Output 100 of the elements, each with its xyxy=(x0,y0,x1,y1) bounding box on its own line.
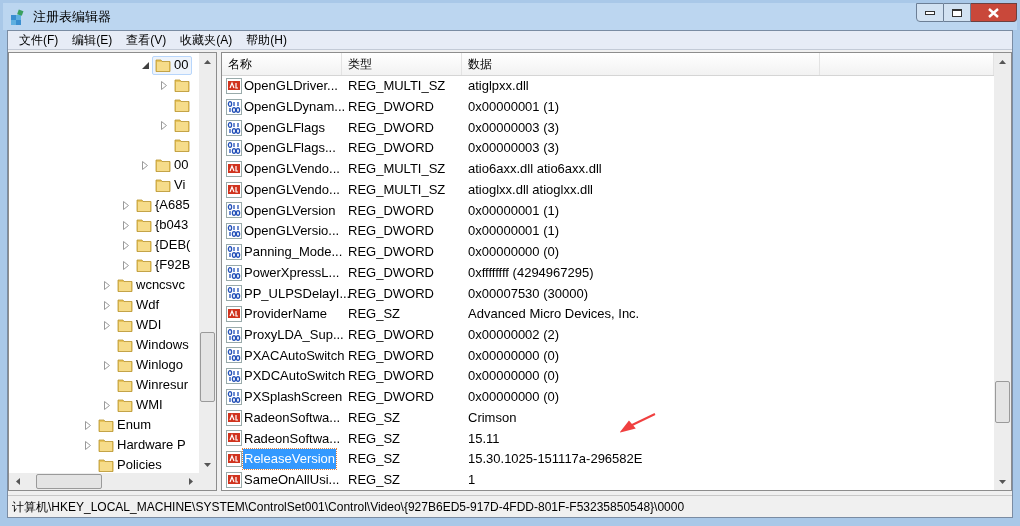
close-button[interactable] xyxy=(971,3,1017,22)
expand-arrow-icon[interactable] xyxy=(104,320,110,330)
value-name[interactable]: OpenGLVendo... xyxy=(243,159,341,179)
expand-arrow-icon[interactable] xyxy=(142,160,148,170)
expand-arrow-icon[interactable] xyxy=(104,280,110,290)
value-name[interactable]: Panning_Mode... xyxy=(243,242,344,262)
scroll-down-arrow-icon[interactable] xyxy=(204,462,211,467)
value-data: atioglxx.dll atioglxx.dll xyxy=(467,180,593,199)
folder-icon xyxy=(117,357,133,373)
tree-item[interactable]: Policies xyxy=(95,455,166,473)
column-header[interactable]: 名称 xyxy=(222,53,342,75)
value-name[interactable]: RadeonSoftwa... xyxy=(243,407,342,428)
scroll-up-arrow-icon[interactable] xyxy=(204,59,211,64)
value-data: Advanced Micro Devices, Inc. xyxy=(467,305,640,324)
value-type: REG_SZ xyxy=(347,429,401,448)
expand-arrow-icon[interactable] xyxy=(123,200,129,210)
value-type: REG_MULTI_SZ xyxy=(347,77,447,96)
value-type: REG_SZ xyxy=(347,470,401,489)
value-name[interactable]: OpenGLFlags xyxy=(243,117,326,138)
collapse-arrow-icon[interactable] xyxy=(141,61,149,69)
value-type: REG_DWORD xyxy=(347,139,435,158)
expand-arrow-icon[interactable] xyxy=(161,120,167,130)
folder-icon xyxy=(117,297,133,313)
menu-item[interactable]: 帮助(H) xyxy=(239,31,294,49)
expand-arrow-icon[interactable] xyxy=(123,260,129,270)
tree-item[interactable]: Vi xyxy=(152,175,190,195)
column-header[interactable]: 数据 xyxy=(462,53,820,75)
expand-arrow-icon[interactable] xyxy=(123,240,129,250)
value-name[interactable]: ProxyLDA_Sup... xyxy=(243,324,345,345)
value-name[interactable]: OpenGLFlags... xyxy=(243,138,337,158)
tree-item[interactable]: Winresur xyxy=(114,375,192,395)
value-name[interactable]: OpenGLVersion xyxy=(243,200,337,221)
menu-item[interactable]: 收藏夹(A) xyxy=(173,31,240,49)
maximize-button[interactable] xyxy=(944,3,971,22)
value-name[interactable]: PowerXpressL... xyxy=(243,262,341,283)
value-data: 0x00007530 (30000) xyxy=(467,284,588,303)
tree-item[interactable]: Windows xyxy=(114,335,193,355)
expand-arrow-icon[interactable] xyxy=(85,440,91,450)
expand-arrow-icon[interactable] xyxy=(161,80,167,90)
tree-item[interactable]: WDI xyxy=(114,315,166,335)
menu-item[interactable]: 编辑(E) xyxy=(65,31,120,49)
tree-item[interactable]: Hardware P xyxy=(95,435,190,455)
folder-icon xyxy=(117,317,133,333)
folder-icon xyxy=(117,377,133,393)
tree-item[interactable]: Enum xyxy=(95,415,155,435)
tree-item[interactable]: Wdf xyxy=(114,295,164,315)
vertical-scrollbar[interactable] xyxy=(199,53,216,473)
string-value-icon xyxy=(226,305,242,322)
value-type: REG_DWORD xyxy=(347,263,435,282)
folder-icon xyxy=(117,277,133,293)
horizontal-scrollbar[interactable] xyxy=(9,473,216,490)
value-type: REG_DWORD xyxy=(347,367,435,386)
scroll-down-arrow-icon[interactable] xyxy=(999,479,1006,484)
menu-item[interactable]: 查看(V) xyxy=(119,31,174,49)
tree-item[interactable]: {A685 xyxy=(133,195,194,215)
value-name[interactable]: PXDCAutoSwitch xyxy=(243,366,347,386)
value-type: REG_SZ xyxy=(347,450,401,469)
expand-arrow-icon[interactable] xyxy=(104,360,110,370)
value-name[interactable]: OpenGLDriver... xyxy=(243,76,339,96)
column-header[interactable]: 类型 xyxy=(342,53,462,75)
tree-item[interactable]: WMI xyxy=(114,395,167,415)
value-name[interactable]: PXSplashScreen xyxy=(243,387,344,407)
tree-item[interactable]: 00 xyxy=(152,155,193,175)
menu-item[interactable]: 文件(F) xyxy=(12,31,66,49)
value-name[interactable]: OpenGLVersio... xyxy=(243,221,341,241)
tree-item[interactable]: {DEB( xyxy=(133,235,195,255)
value-name[interactable]: RadeonSoftwa... xyxy=(243,428,342,449)
expand-arrow-icon[interactable] xyxy=(104,400,110,410)
scrollbar-thumb[interactable] xyxy=(36,474,102,489)
expand-arrow-icon[interactable] xyxy=(104,300,110,310)
value-name[interactable]: SameOnAllUsi... xyxy=(243,469,341,490)
scroll-up-arrow-icon[interactable] xyxy=(999,59,1006,64)
folder-icon xyxy=(174,137,190,153)
folder-icon xyxy=(136,197,152,213)
binary-value-icon xyxy=(226,202,242,219)
binary-value-icon xyxy=(226,119,242,136)
tree-item[interactable]: {F92B xyxy=(133,255,195,275)
expand-arrow-icon[interactable] xyxy=(85,420,91,430)
string-value-icon xyxy=(226,181,242,198)
scrollbar-thumb[interactable] xyxy=(995,381,1010,423)
value-type: REG_SZ xyxy=(347,305,401,324)
value-name[interactable]: PXACAutoSwitch xyxy=(243,345,346,366)
scroll-left-arrow-icon[interactable] xyxy=(15,478,20,485)
tree-item[interactable]: {b043 xyxy=(133,215,193,235)
expand-arrow-icon[interactable] xyxy=(123,220,129,230)
value-data: 0x00000000 (0) xyxy=(467,243,560,262)
value-name[interactable]: OpenGLVendo... xyxy=(243,179,341,200)
folder-icon xyxy=(136,237,152,253)
value-name[interactable]: ProviderName xyxy=(243,304,329,324)
scroll-right-arrow-icon[interactable] xyxy=(188,478,193,485)
value-type: REG_DWORD xyxy=(347,243,435,262)
tree-item[interactable]: wcncsvc xyxy=(114,275,190,295)
minimize-button[interactable] xyxy=(916,3,944,22)
value-data: 0x00000001 (1) xyxy=(467,201,560,220)
tree-item[interactable]: 00 xyxy=(152,55,193,75)
vertical-scrollbar[interactable] xyxy=(994,53,1011,490)
value-name[interactable]: OpenGLDynam... xyxy=(243,97,347,117)
scrollbar-thumb[interactable] xyxy=(200,332,215,402)
tree-item[interactable]: Winlogo xyxy=(114,355,187,375)
binary-value-icon xyxy=(226,243,242,260)
